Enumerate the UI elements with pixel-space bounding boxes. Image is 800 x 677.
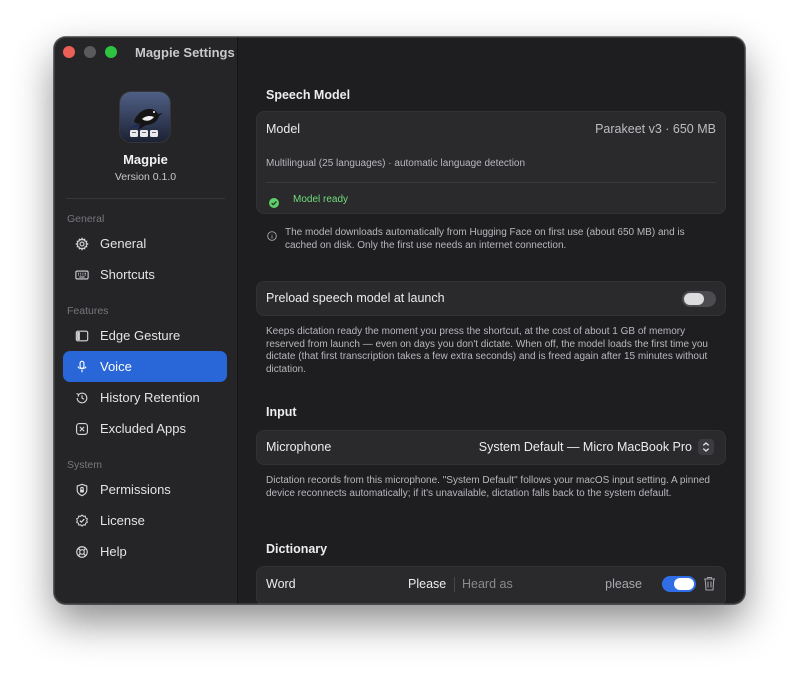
section-title-dictionary: Dictionary (266, 542, 328, 556)
section-title-speech-model: Speech Model (266, 88, 351, 102)
model-download-note: The model downloads automatically from H… (285, 227, 685, 251)
sidebar: Magpie Version 0.1.0 General General Sho… (54, 37, 238, 604)
app-name: Magpie (123, 152, 168, 167)
card-divider (266, 182, 716, 183)
microphone-select[interactable]: System Default — Micro MacBook Pro (479, 440, 692, 454)
keyboard-icon (74, 267, 90, 283)
model-description: Multilingual (25 languages) · automatic … (266, 158, 526, 169)
preload-card: Preload speech model at launch (256, 281, 726, 316)
sidebar-item-label: Permissions (100, 482, 171, 497)
input-card: Microphone System Default — Micro MacBoo… (256, 430, 726, 465)
trash-icon[interactable] (703, 576, 716, 591)
model-value: Parakeet v3 · 650 MB (595, 122, 716, 136)
dictionary-word-label: Word (266, 577, 296, 591)
heard-as-placeholder[interactable]: Heard as (462, 577, 513, 591)
sidebar-divider (66, 198, 225, 199)
model-label: Model (266, 122, 301, 136)
lock-shield-icon (74, 482, 90, 498)
settings-window: Magpie Settings Magpie Version 0.1.0 Gen… (54, 37, 745, 604)
close-window-button[interactable] (63, 46, 75, 58)
app-version: Version 0.1.0 (114, 171, 177, 183)
sidebar-group-general: General (67, 213, 105, 225)
info-icon (267, 228, 277, 241)
window-controls (63, 46, 117, 58)
sidebar-item-history-retention[interactable]: History Retention (63, 382, 227, 413)
field-divider (454, 577, 455, 592)
lifebuoy-icon (74, 544, 90, 560)
sidebar-item-label: Help (100, 544, 127, 559)
preload-label: Preload speech model at launch (266, 291, 445, 305)
sidebar-group-system: System (67, 459, 103, 471)
checkmark-seal-icon (74, 513, 90, 529)
sidebar-item-shortcuts[interactable]: Shortcuts (63, 259, 227, 290)
sidebar-panel-icon (74, 328, 90, 344)
microphone-label: Microphone (266, 440, 332, 454)
sidebar-item-label: License (100, 513, 145, 528)
sidebar-item-label: History Retention (100, 390, 200, 405)
section-title-input: Input (266, 405, 297, 419)
sidebar-item-general[interactable]: General (63, 228, 227, 259)
sidebar-item-permissions[interactable]: Permissions (63, 474, 227, 505)
settings-content: Speech Model Model Parakeet v3 · 650 MB … (238, 37, 745, 604)
model-status: Model ready (293, 194, 349, 205)
heard-as-field[interactable]: please (605, 577, 642, 591)
sidebar-item-license[interactable]: License (63, 505, 227, 536)
dictionary-word-field[interactable]: Please (408, 577, 446, 591)
window-title: Magpie Settings (135, 45, 235, 60)
app-logo-icon (120, 92, 170, 142)
minimize-window-button[interactable] (84, 46, 96, 58)
sidebar-item-label: Voice (100, 359, 132, 374)
preload-note: Keeps dictation ready the moment you pre… (266, 326, 708, 375)
dictionary-entry-toggle[interactable] (662, 576, 696, 592)
speech-model-card: Model Parakeet v3 · 650 MB Multilingual … (256, 111, 726, 214)
dictionary-card: Word Please Heard as please (256, 566, 726, 604)
preload-toggle[interactable] (682, 291, 716, 307)
gear-icon (74, 236, 90, 252)
zoom-window-button[interactable] (105, 46, 117, 58)
sidebar-item-help[interactable]: Help (63, 536, 227, 567)
sidebar-group-features: Features (67, 305, 109, 317)
sidebar-item-label: General (100, 236, 147, 251)
clock-history-icon (74, 390, 90, 406)
up-down-chevron-icon[interactable] (698, 439, 714, 455)
microphone-note: Dictation records from this microphone. … (266, 475, 710, 499)
x-square-icon (74, 421, 90, 437)
microphone-icon (74, 359, 90, 375)
sidebar-item-label: Excluded Apps (100, 421, 187, 436)
sidebar-item-excluded-apps[interactable]: Excluded Apps (63, 413, 227, 444)
sidebar-item-label: Edge Gesture (100, 328, 181, 343)
sidebar-item-label: Shortcuts (100, 267, 155, 282)
check-circle-icon (269, 195, 279, 208)
sidebar-item-voice[interactable]: Voice (63, 351, 227, 382)
sidebar-item-edge-gesture[interactable]: Edge Gesture (63, 320, 227, 351)
